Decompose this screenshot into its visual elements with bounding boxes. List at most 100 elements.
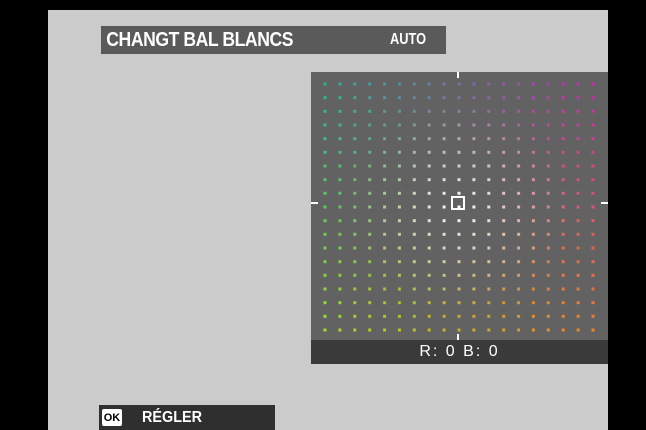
grid-dot [591, 109, 595, 113]
grid-dot [323, 82, 327, 86]
grid-dot [323, 109, 327, 113]
grid-dot [517, 191, 521, 195]
grid-dot [531, 82, 535, 86]
grid-dot [531, 314, 535, 318]
grid-dot [412, 137, 416, 141]
grid-dot [457, 273, 461, 277]
grid-dot [531, 123, 535, 127]
grid-dot [561, 301, 565, 305]
grid-dot [397, 82, 401, 86]
grid-dot [591, 137, 595, 141]
grid-dot [502, 232, 506, 236]
grid-dot [383, 328, 387, 332]
grid-dot [353, 260, 357, 264]
grid-dot [546, 246, 550, 250]
grid-dot [457, 301, 461, 305]
grid-dot [353, 287, 357, 291]
grid-dot [502, 96, 506, 100]
grid-dot [502, 260, 506, 264]
grid-dot [323, 150, 327, 154]
grid-dot [457, 82, 461, 86]
grid-dot [546, 109, 550, 113]
grid-dot [591, 96, 595, 100]
grid-dot [546, 219, 550, 223]
grid-dot [457, 287, 461, 291]
grid-dot [531, 246, 535, 250]
grid-dot [353, 314, 357, 318]
grid-dot [338, 260, 342, 264]
grid-dot [412, 178, 416, 182]
grid-dot [472, 328, 476, 332]
grid-dot [531, 109, 535, 113]
grid-dot [576, 82, 580, 86]
grid-dot [591, 150, 595, 154]
grid-dot [517, 328, 521, 332]
grid-dot [591, 205, 595, 209]
b-value: 0 [488, 343, 500, 360]
grid-dot [561, 273, 565, 277]
wb-shift-grid[interactable] [311, 72, 608, 340]
grid-dot [442, 164, 446, 168]
grid-dot [323, 260, 327, 264]
grid-dot [457, 314, 461, 318]
grid-dot [412, 123, 416, 127]
grid-dot [472, 96, 476, 100]
grid-dot [546, 123, 550, 127]
grid-dot [427, 96, 431, 100]
grid-dot [368, 260, 372, 264]
grid-dot [323, 301, 327, 305]
grid-dot [457, 137, 461, 141]
grid-dot [531, 137, 535, 141]
grid-dot [427, 219, 431, 223]
grid-dot [576, 314, 580, 318]
grid-dot [561, 96, 565, 100]
grid-dot [397, 150, 401, 154]
grid-dot [576, 328, 580, 332]
grid-dot [383, 260, 387, 264]
grid-dot [323, 123, 327, 127]
grid-dot [368, 164, 372, 168]
grid-dot [368, 314, 372, 318]
grid-dot [517, 314, 521, 318]
grid-dot [323, 232, 327, 236]
grid-dot [397, 314, 401, 318]
grid-dot [338, 246, 342, 250]
grid-dot [546, 82, 550, 86]
grid-dot [442, 137, 446, 141]
grid-dot [502, 178, 506, 182]
grid-dot [487, 232, 491, 236]
grid-dot [561, 328, 565, 332]
grid-dot [517, 109, 521, 113]
grid-dot [546, 164, 550, 168]
camera-menu-screen: CHANGT BAL BLANCS AUTO R: 0 B: 0 OK RÉGL… [48, 10, 608, 430]
grid-dot [383, 164, 387, 168]
grid-dot [457, 219, 461, 223]
grid-dot [457, 191, 461, 195]
grid-dot [591, 246, 595, 250]
grid-dot [383, 123, 387, 127]
grid-dot [368, 273, 372, 277]
grid-dot [442, 246, 446, 250]
grid-dot [517, 205, 521, 209]
grid-dot [561, 123, 565, 127]
grid-dot [383, 82, 387, 86]
grid-dot [487, 137, 491, 141]
grid-dot [338, 164, 342, 168]
grid-dot [368, 96, 372, 100]
grid-dot [368, 82, 372, 86]
grid-dot [427, 109, 431, 113]
grid-dot [487, 328, 491, 332]
grid-dot [591, 191, 595, 195]
grid-dot [383, 273, 387, 277]
grid-dot [368, 109, 372, 113]
grid-dot [502, 246, 506, 250]
grid-dot [323, 96, 327, 100]
grid-dot [368, 246, 372, 250]
ok-button-icon[interactable]: OK [102, 409, 122, 426]
grid-dot [442, 109, 446, 113]
grid-dot [502, 164, 506, 168]
grid-dot [561, 164, 565, 168]
grid-dot [368, 191, 372, 195]
grid-dot [531, 232, 535, 236]
grid-dot [427, 287, 431, 291]
